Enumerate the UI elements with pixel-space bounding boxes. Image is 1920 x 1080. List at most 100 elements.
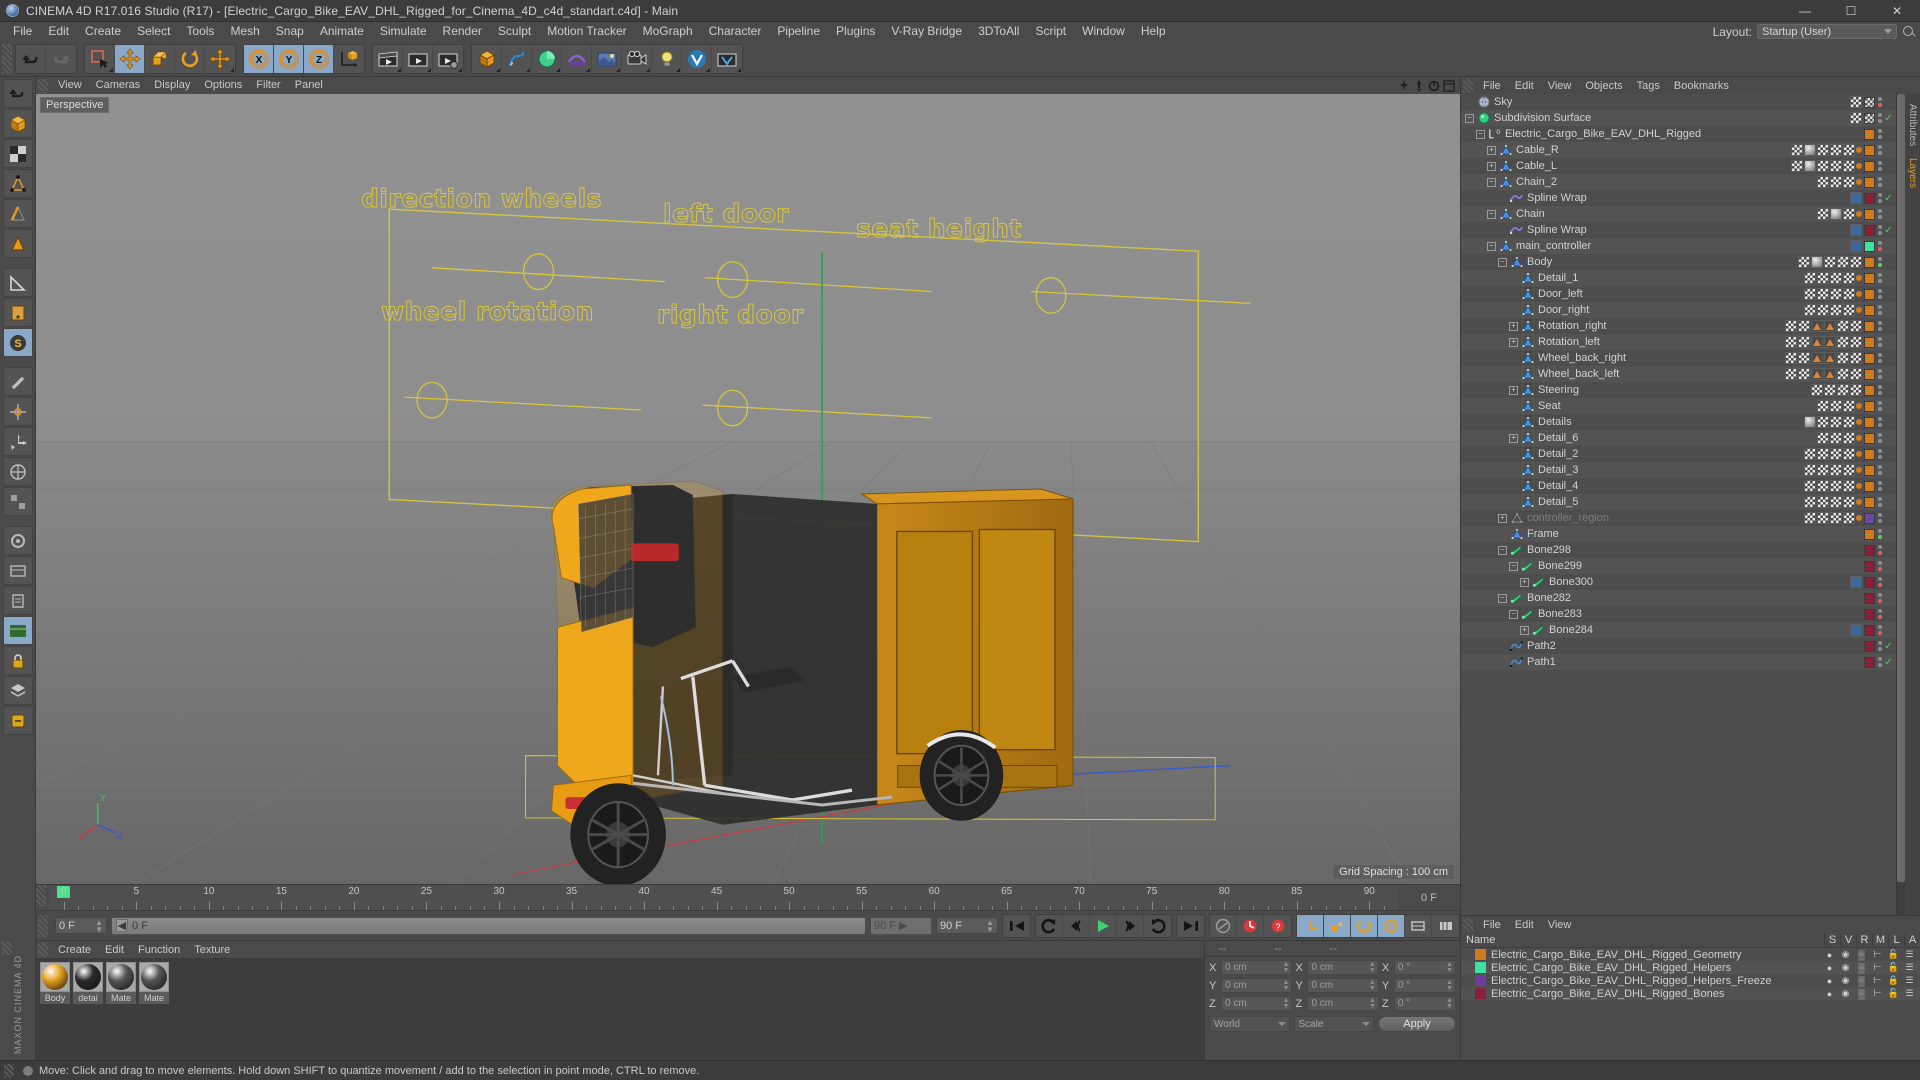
layer-color-swatch[interactable] [1864,368,1875,380]
texture-tag-icon[interactable] [1837,320,1849,332]
render-visibility-dot[interactable] [1877,391,1882,395]
enabled-check-icon[interactable]: ✓ [1884,657,1893,668]
object-name[interactable]: Detail_6 [1538,432,1578,444]
object-tree-row[interactable]: Spline Wrap ✓ [1461,222,1896,238]
layer-color-swatch[interactable] [1864,624,1875,636]
visibility-dots[interactable] [1877,257,1882,267]
spinner-icon[interactable]: ▲ ▼ [1369,997,1376,1010]
knife-tool-button[interactable] [2,367,33,396]
layer-color-swatch[interactable] [1864,432,1875,444]
autokey-button[interactable] [1237,914,1264,937]
layer-color-swatch[interactable] [1864,560,1875,572]
object-tree-row[interactable]: Sky [1461,94,1896,110]
texture-tag-icon[interactable] [1843,272,1855,284]
layer-swatch[interactable] [1475,962,1486,973]
editor-visibility-dot[interactable] [1877,129,1882,133]
texture-tag-icon[interactable] [1830,448,1842,460]
texture-tag-icon[interactable] [1843,512,1855,524]
editor-visibility-dot[interactable] [1877,433,1882,437]
apply-button[interactable]: Apply [1378,1016,1456,1032]
tab-layers[interactable]: Layers [1907,152,1918,194]
view-eye-icon[interactable]: ◉ [1839,949,1852,960]
tree-expander-minus-icon[interactable]: − [1498,545,1507,555]
object-name[interactable]: Chain_2 [1516,176,1557,188]
pla-key-button[interactable] [1405,914,1432,937]
object-tree-row[interactable]: Door_right [1461,302,1896,318]
texture-tag-icon[interactable] [1850,336,1862,348]
position-z-input[interactable]: 0 cm ▲ ▼ [1221,996,1293,1011]
object-tree-row[interactable]: − Chain_2 [1461,174,1896,190]
visibility-dots[interactable] [1877,337,1882,347]
tab-attributes[interactable]: Attributes [1907,98,1918,152]
texture-tag-icon[interactable] [1830,304,1842,316]
workplane-button[interactable] [2,298,33,327]
texture-tag-icon[interactable] [1817,464,1829,476]
object-name[interactable]: Detail_1 [1538,272,1578,284]
render-visibility-dot[interactable] [1877,135,1882,139]
editor-visibility-dot[interactable] [1877,97,1882,101]
object-name[interactable]: Bone284 [1549,624,1593,636]
lock-icon[interactable]: 🔒 [1887,975,1900,986]
solo-dot-icon[interactable]: ● [1823,975,1836,986]
enabled-check-icon[interactable]: ✓ [1884,641,1893,652]
texture-tag-icon[interactable] [1817,144,1829,156]
layer-color-swatch[interactable] [1864,112,1875,124]
object-tree-row[interactable]: Detail_3 [1461,462,1896,478]
toolbar-grip[interactable] [2,43,12,74]
material-tag-icon[interactable] [1830,208,1842,220]
render-visibility-dot[interactable] [1877,375,1882,379]
edge-mode-button[interactable] [2,199,33,228]
object-name[interactable]: Bone299 [1538,560,1582,572]
render-visibility-dot[interactable] [1877,151,1882,155]
size-x-input[interactable]: 0 cm ▲ ▼ [1307,960,1379,975]
key-help-button[interactable]: ? [1264,915,1291,937]
layer-color-swatch[interactable] [1864,256,1875,268]
maximize-button[interactable]: ☐ [1828,0,1874,22]
object-tree-row[interactable]: Detail_1 [1461,270,1896,286]
menu-animate[interactable]: Animate [312,22,372,41]
visibility-dots[interactable] [1877,241,1882,251]
layer-name[interactable]: Electric_Cargo_Bike_EAV_DHL_Rigged_Helpe… [1491,975,1823,987]
render-clapper-icon[interactable]: ▒ [1855,949,1868,960]
spinner-icon[interactable]: ▲ ▼ [1446,997,1453,1010]
layer-color-swatch[interactable] [1864,240,1875,252]
editor-visibility-dot[interactable] [1877,385,1882,389]
texture-tag-icon[interactable] [1843,160,1855,172]
y-axis-lock-button[interactable]: Y [274,44,304,73]
object-name[interactable]: Body [1527,256,1552,268]
editor-visibility-dot[interactable] [1877,177,1882,181]
editor-visibility-dot[interactable] [1877,561,1882,565]
material-item[interactable]: Body [40,962,70,1004]
constraint-tag-icon[interactable] [1850,224,1862,236]
step-forward-button[interactable] [1117,914,1144,937]
editor-visibility-dot[interactable] [1877,513,1882,517]
manager-icon[interactable]: ⊢ [1871,975,1884,986]
texture-tag-icon[interactable] [1850,256,1862,268]
texture-mode-button[interactable] [2,139,33,168]
render-visibility-dot[interactable] [1877,247,1882,251]
render-clapper-icon[interactable]: ▒ [1855,988,1868,999]
lock-button[interactable] [2,646,33,675]
render-visibility-dot[interactable] [1877,215,1882,219]
visibility-dots[interactable] [1877,625,1882,635]
object-tree-row[interactable]: + Rotation_right [1461,318,1896,334]
tree-expander-plus-icon[interactable]: + [1509,321,1518,331]
texture-tag-icon[interactable] [1843,416,1855,428]
layout-dropdown[interactable]: Startup (User) [1757,24,1897,39]
layer-color-swatch[interactable] [1864,192,1875,204]
object-tree-row[interactable]: − Chain [1461,206,1896,222]
layer-row[interactable]: Electric_Cargo_Bike_EAV_DHL_Rigged_Bones… [1461,987,1920,1000]
object-name[interactable]: Path1 [1527,656,1556,668]
object-tree-row[interactable]: Seat [1461,398,1896,414]
editor-visibility-dot[interactable] [1877,529,1882,533]
manager-icon[interactable]: ⊢ [1871,962,1884,973]
editor-visibility-dot[interactable] [1877,497,1882,501]
render-visibility-dot[interactable] [1877,343,1882,347]
world-object-coordinates-button[interactable] [334,45,364,73]
spinner-icon[interactable]: ▲ ▼ [1283,961,1290,974]
texture-tag-icon[interactable] [1804,464,1816,476]
editor-visibility-dot[interactable] [1877,625,1882,629]
animation-icon[interactable]: ☰ [1903,975,1916,986]
render-visibility-dot[interactable] [1877,231,1882,235]
texture-tag-icon[interactable] [1791,160,1803,172]
